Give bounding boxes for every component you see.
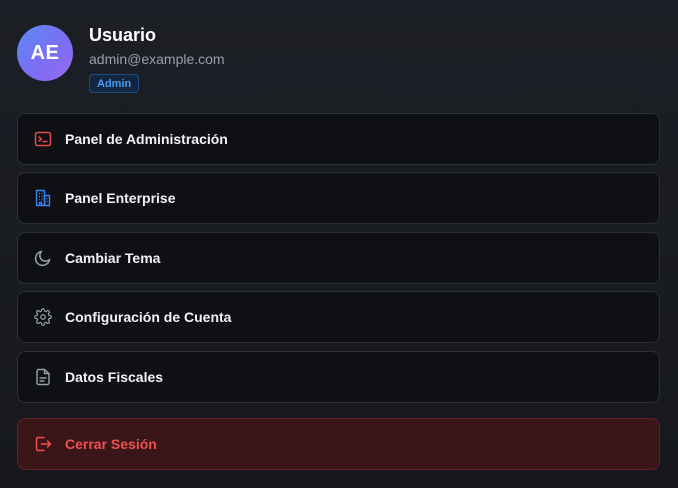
menu-item-label: Panel Enterprise xyxy=(65,190,176,206)
user-email: admin@example.com xyxy=(89,51,225,67)
logout-label: Cerrar Sesión xyxy=(65,436,157,452)
logout-button[interactable]: Cerrar Sesión xyxy=(17,418,660,470)
profile-info: Usuario admin@example.com Admin xyxy=(89,25,225,95)
user-profile-header: AE Usuario admin@example.com Admin xyxy=(17,25,225,95)
menu-item-label: Panel de Administración xyxy=(65,131,228,147)
logout-icon xyxy=(33,434,53,454)
avatar: AE xyxy=(17,25,73,81)
menu-item-label: Datos Fiscales xyxy=(65,369,164,385)
menu-item-tax-data[interactable]: Datos Fiscales xyxy=(17,351,660,403)
user-menu-panel: AE Usuario admin@example.com Admin Panel… xyxy=(0,0,678,488)
terminal-icon xyxy=(33,129,53,149)
menu-item-admin-panel[interactable]: Panel de Administración xyxy=(17,113,660,165)
menu-item-label: Cambiar Tema xyxy=(65,250,161,266)
menu-item-account-settings[interactable]: Configuración de Cuenta xyxy=(17,291,660,343)
user-name: Usuario xyxy=(89,25,157,45)
document-icon xyxy=(33,367,53,387)
moon-icon xyxy=(33,248,53,268)
building-icon xyxy=(33,188,53,208)
gear-icon xyxy=(33,307,53,327)
menu-item-enterprise-panel[interactable]: Panel Enterprise xyxy=(17,172,660,224)
menu-item-change-theme[interactable]: Cambiar Tema xyxy=(17,232,660,284)
menu-item-label: Configuración de Cuenta xyxy=(65,309,232,325)
role-badge: Admin xyxy=(89,74,140,93)
